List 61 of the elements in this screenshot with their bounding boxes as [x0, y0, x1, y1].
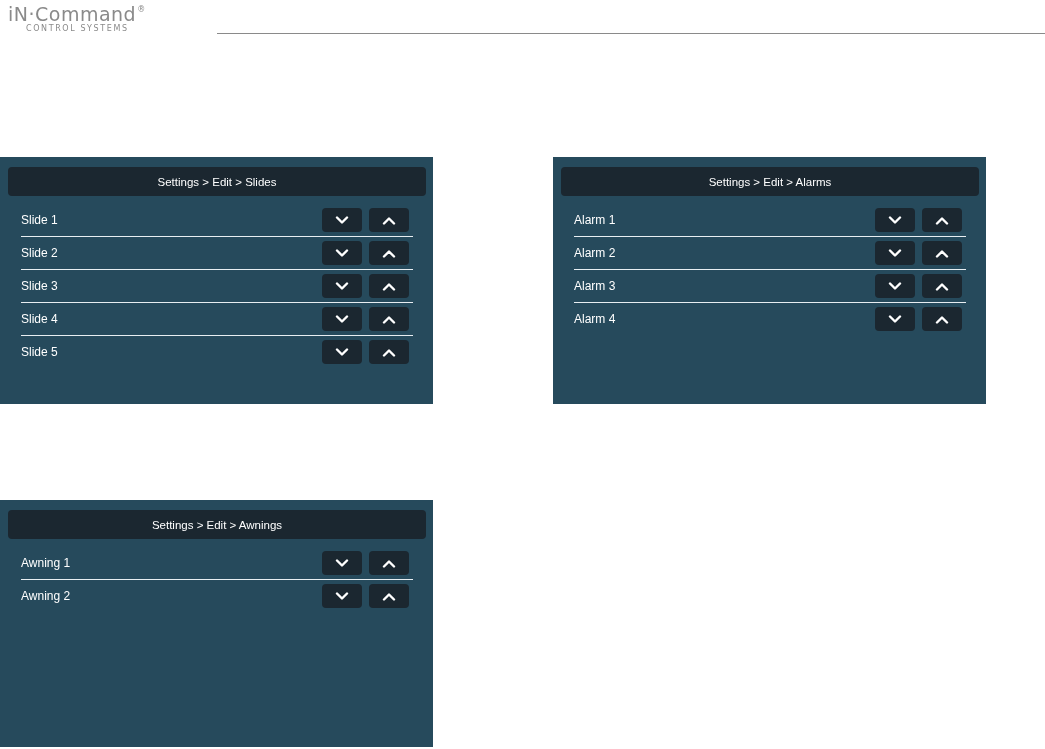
- move-up-button[interactable]: [922, 241, 962, 265]
- row-label: Slide 3: [21, 279, 59, 293]
- chevron-down-icon: [335, 591, 349, 601]
- row-label: Awning 1: [21, 556, 72, 570]
- panel-title: Settings > Edit > Slides: [8, 167, 426, 196]
- chevron-down-icon: [335, 248, 349, 258]
- chevron-up-icon: [382, 314, 396, 324]
- move-down-button[interactable]: [875, 307, 915, 331]
- chevron-up-icon: [382, 215, 396, 225]
- chevron-down-icon: [335, 558, 349, 568]
- registered-mark: ®: [137, 5, 146, 14]
- chevron-up-icon: [935, 215, 949, 225]
- chevron-up-icon: [382, 591, 396, 601]
- logo-wordmark: iN·Command: [8, 5, 137, 24]
- move-down-button[interactable]: [875, 241, 915, 265]
- chevron-up-icon: [935, 248, 949, 258]
- row-label: Alarm 2: [574, 246, 617, 260]
- row-label: Slide 5: [21, 345, 59, 359]
- move-down-button[interactable]: [322, 551, 362, 575]
- chevron-up-icon: [382, 281, 396, 291]
- move-down-button[interactable]: [322, 208, 362, 232]
- move-up-button[interactable]: [369, 307, 409, 331]
- chevron-up-icon: [935, 314, 949, 324]
- move-up-button[interactable]: [922, 307, 962, 331]
- move-up-button[interactable]: [369, 274, 409, 298]
- move-up-button[interactable]: [369, 551, 409, 575]
- move-down-button[interactable]: [875, 274, 915, 298]
- move-down-button[interactable]: [322, 274, 362, 298]
- chevron-down-icon: [335, 215, 349, 225]
- move-down-button[interactable]: [322, 307, 362, 331]
- panel-title: Settings > Edit > Awnings: [8, 510, 426, 539]
- chevron-down-icon: [335, 347, 349, 357]
- move-down-button[interactable]: [875, 208, 915, 232]
- move-up-button[interactable]: [922, 274, 962, 298]
- chevron-up-icon: [935, 281, 949, 291]
- chevron-down-icon: [335, 314, 349, 324]
- row-label: Alarm 3: [574, 279, 617, 293]
- chevron-up-icon: [382, 248, 396, 258]
- row-label: Slide 2: [21, 246, 59, 260]
- chevron-down-icon: [888, 215, 902, 225]
- move-up-button[interactable]: [922, 208, 962, 232]
- chevron-down-icon: [888, 314, 902, 324]
- chevron-down-icon: [335, 281, 349, 291]
- row-label: Awning 2: [21, 589, 72, 603]
- move-up-button[interactable]: [369, 340, 409, 364]
- move-up-button[interactable]: [369, 241, 409, 265]
- row-label: Alarm 4: [574, 312, 617, 326]
- row-label: Slide 1: [21, 213, 59, 227]
- row-label: Slide 4: [21, 312, 59, 326]
- panel-title: Settings > Edit > Alarms: [561, 167, 979, 196]
- move-down-button[interactable]: [322, 584, 362, 608]
- move-down-button[interactable]: [322, 340, 362, 364]
- move-down-button[interactable]: [322, 241, 362, 265]
- logo-tagline: CONTROL SYSTEMS: [25, 24, 130, 34]
- move-up-button[interactable]: [369, 584, 409, 608]
- move-up-button[interactable]: [369, 208, 409, 232]
- chevron-up-icon: [382, 558, 396, 568]
- row-label: Alarm 1: [574, 213, 617, 227]
- chevron-up-icon: [382, 347, 396, 357]
- chevron-down-icon: [888, 281, 902, 291]
- chevron-down-icon: [888, 248, 902, 258]
